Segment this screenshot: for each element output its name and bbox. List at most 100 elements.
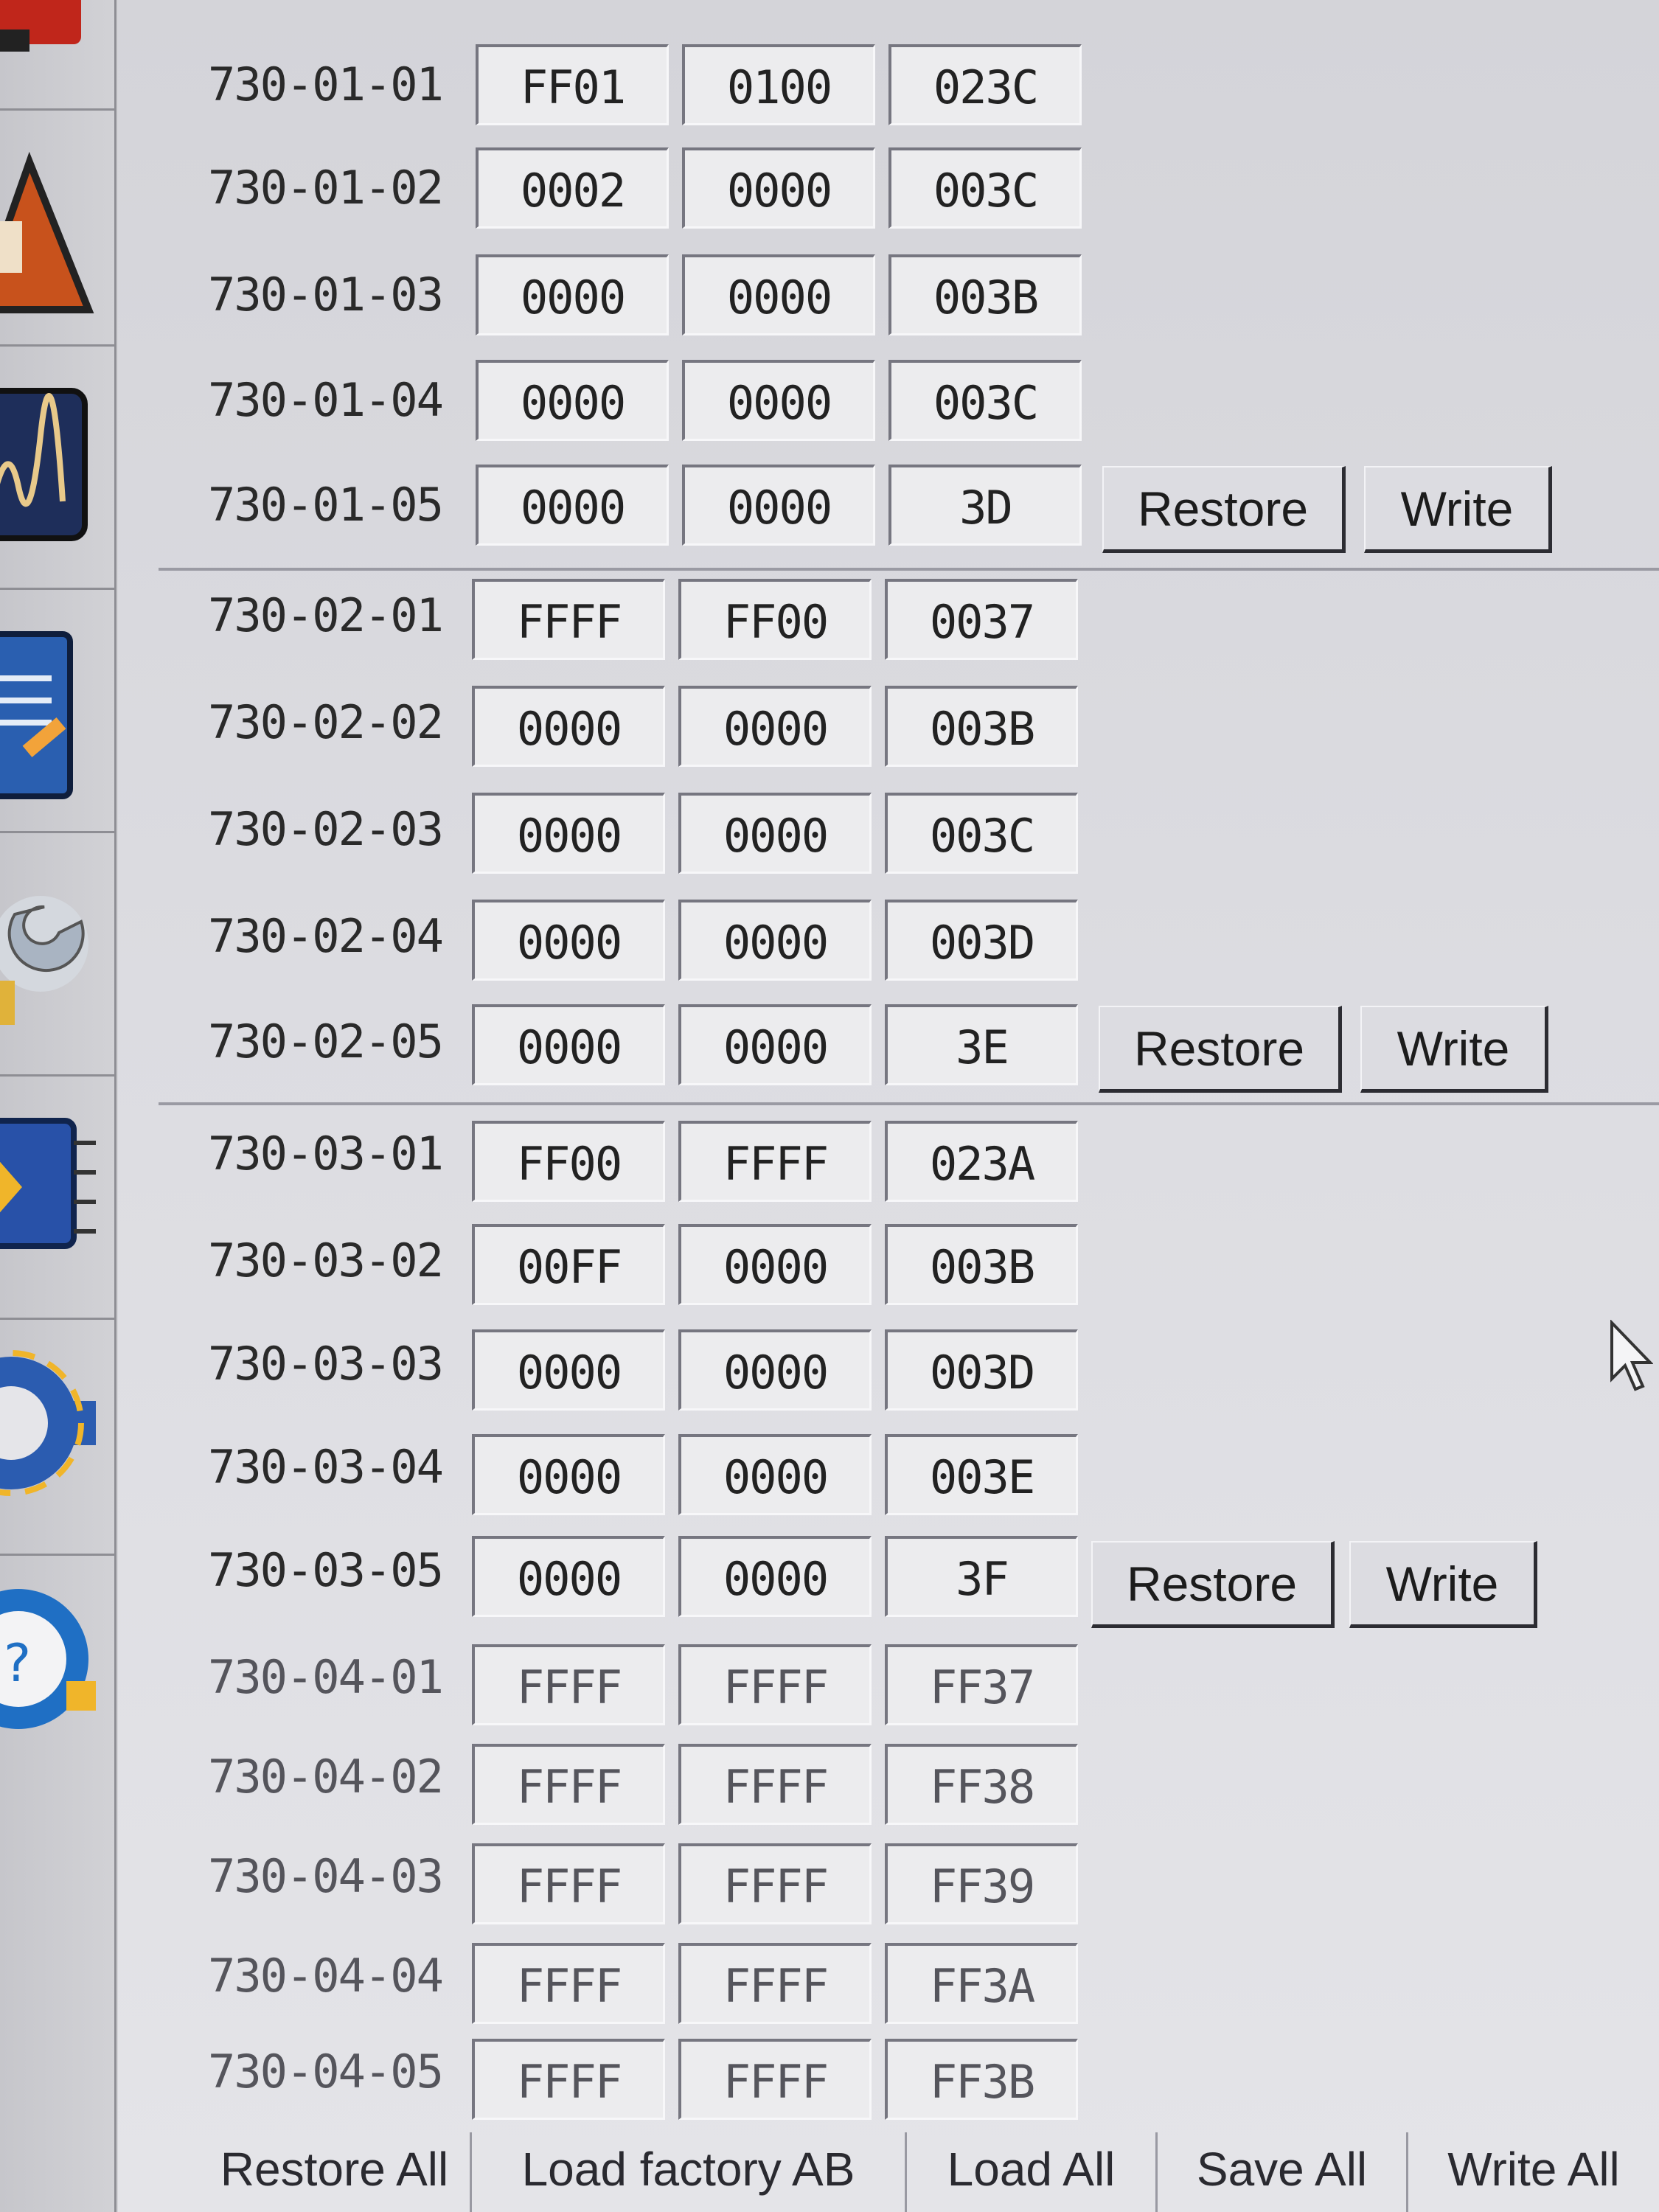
write-button[interactable]: Write bbox=[1349, 1541, 1537, 1628]
row-label: 730-04-05 bbox=[208, 2045, 444, 2098]
value-field[interactable]: 3F bbox=[885, 1536, 1078, 1617]
value-field[interactable]: 003E bbox=[885, 1434, 1078, 1515]
row-label: 730-03-03 bbox=[208, 1337, 444, 1391]
write-button[interactable]: Write bbox=[1364, 466, 1552, 553]
value-field[interactable]: 0000 bbox=[678, 793, 872, 874]
value-field[interactable]: 0000 bbox=[682, 360, 875, 441]
row-label: 730-04-03 bbox=[208, 1849, 444, 1903]
value-field[interactable]: FFFF bbox=[678, 1943, 872, 2024]
value-field[interactable]: 0000 bbox=[472, 1004, 665, 1085]
value-field[interactable]: 0000 bbox=[678, 900, 872, 981]
value-field[interactable]: FF3A bbox=[885, 1943, 1078, 2024]
value-field[interactable]: 003B bbox=[885, 1224, 1078, 1305]
value-field[interactable]: 0000 bbox=[678, 1224, 872, 1305]
wrench-icon bbox=[0, 896, 88, 1025]
value-field[interactable]: 0000 bbox=[678, 1434, 872, 1515]
value-field[interactable]: FF37 bbox=[885, 1644, 1078, 1725]
sidebar-item-gear[interactable] bbox=[0, 1320, 116, 1556]
value-field[interactable]: FFFF bbox=[472, 1644, 665, 1725]
write-button[interactable]: Write bbox=[1360, 1006, 1548, 1093]
load-all-button[interactable]: Load All bbox=[907, 2132, 1158, 2212]
value-field[interactable]: 0000 bbox=[678, 1329, 872, 1411]
write-all-button[interactable]: Write All bbox=[1408, 2132, 1659, 2212]
block-divider bbox=[159, 1102, 1659, 1105]
restore-all-button[interactable]: Restore All bbox=[199, 2132, 472, 2212]
block-divider bbox=[159, 568, 1659, 571]
restore-button[interactable]: Restore bbox=[1091, 1541, 1335, 1628]
chip-icon bbox=[0, 1118, 96, 1249]
row-label: 730-01-05 bbox=[208, 478, 444, 532]
value-field[interactable]: FF00 bbox=[678, 579, 872, 660]
row-label: 730-01-04 bbox=[208, 373, 444, 427]
value-field[interactable]: 0000 bbox=[682, 147, 875, 229]
row-label: 730-03-05 bbox=[208, 1543, 444, 1597]
value-field[interactable]: 0000 bbox=[472, 1329, 665, 1411]
value-field[interactable]: 003C bbox=[888, 147, 1082, 229]
sidebar-item-wrench[interactable] bbox=[0, 833, 116, 1077]
row-label: 730-02-01 bbox=[208, 588, 444, 642]
value-field[interactable]: 003C bbox=[885, 793, 1078, 874]
value-field[interactable]: FFFF bbox=[678, 1843, 872, 1924]
row-label: 730-02-04 bbox=[208, 909, 444, 963]
value-field[interactable]: 0000 bbox=[472, 900, 665, 981]
row-label: 730-01-03 bbox=[208, 268, 444, 321]
value-field[interactable]: FFFF bbox=[678, 2039, 872, 2120]
value-field[interactable]: FF00 bbox=[472, 1121, 665, 1202]
value-field[interactable]: FFFF bbox=[472, 2039, 665, 2120]
mouse-cursor-icon bbox=[1610, 1320, 1653, 1391]
value-field[interactable]: 00FF bbox=[472, 1224, 665, 1305]
value-field[interactable]: 003D bbox=[885, 900, 1078, 981]
value-field[interactable]: FF3B bbox=[885, 2039, 1078, 2120]
value-field[interactable]: 0100 bbox=[682, 44, 875, 125]
value-field[interactable]: 003C bbox=[888, 360, 1082, 441]
value-field[interactable]: FFFF bbox=[472, 1843, 665, 1924]
value-field[interactable]: 0000 bbox=[682, 465, 875, 546]
restore-button[interactable]: Restore bbox=[1102, 466, 1346, 553]
value-field[interactable]: FFFF bbox=[678, 1644, 872, 1725]
row-label: 730-02-05 bbox=[208, 1015, 444, 1068]
value-field[interactable]: 3E bbox=[885, 1004, 1078, 1085]
value-field[interactable]: FF39 bbox=[885, 1843, 1078, 1924]
save-all-button[interactable]: Save All bbox=[1158, 2132, 1408, 2212]
row-label: 730-04-01 bbox=[208, 1650, 444, 1704]
value-field[interactable]: 0000 bbox=[472, 1434, 665, 1515]
value-field[interactable]: 0000 bbox=[472, 686, 665, 767]
sidebar-item-warning[interactable] bbox=[0, 111, 116, 347]
value-field[interactable]: 023A bbox=[885, 1121, 1078, 1202]
value-field[interactable]: 003D bbox=[885, 1329, 1078, 1411]
sidebar-item-waveform[interactable] bbox=[0, 347, 116, 590]
value-field[interactable]: 0000 bbox=[472, 1536, 665, 1617]
help-icon: ? bbox=[0, 1589, 96, 1729]
value-field[interactable]: FFFF bbox=[678, 1744, 872, 1825]
value-field[interactable]: FFFF bbox=[678, 1121, 872, 1202]
sidebar-item-help[interactable]: ? bbox=[0, 1556, 116, 2212]
value-field[interactable]: 0002 bbox=[476, 147, 669, 229]
row-label: 730-04-02 bbox=[208, 1750, 444, 1804]
value-field[interactable]: FF01 bbox=[476, 44, 669, 125]
value-field[interactable]: 023C bbox=[888, 44, 1082, 125]
row-label: 730-03-04 bbox=[208, 1440, 444, 1494]
value-field[interactable]: 0000 bbox=[678, 1004, 872, 1085]
row-label: 730-01-02 bbox=[208, 161, 444, 215]
sidebar-item-notepad[interactable] bbox=[0, 590, 116, 833]
value-field[interactable]: 003B bbox=[888, 254, 1082, 335]
value-field[interactable]: 0000 bbox=[678, 1536, 872, 1617]
value-field[interactable]: 0000 bbox=[476, 465, 669, 546]
value-field[interactable]: 0037 bbox=[885, 579, 1078, 660]
value-field[interactable]: 0000 bbox=[682, 254, 875, 335]
value-field[interactable]: 003B bbox=[885, 686, 1078, 767]
value-field[interactable]: FFFF bbox=[472, 1943, 665, 2024]
sidebar-item-chip[interactable] bbox=[0, 1077, 116, 1320]
value-field[interactable]: FF38 bbox=[885, 1744, 1078, 1825]
restore-button[interactable]: Restore bbox=[1099, 1006, 1342, 1093]
value-field[interactable]: 0000 bbox=[472, 793, 665, 874]
load-factory-button[interactable]: Load factory AB bbox=[472, 2132, 907, 2212]
value-field[interactable]: FFFF bbox=[472, 579, 665, 660]
value-field[interactable]: 0000 bbox=[476, 254, 669, 335]
sidebar-item-top[interactable] bbox=[0, 0, 116, 111]
value-field[interactable]: 3D bbox=[888, 465, 1082, 546]
value-field[interactable]: FFFF bbox=[472, 1744, 665, 1825]
notepad-icon bbox=[0, 631, 73, 799]
value-field[interactable]: 0000 bbox=[476, 360, 669, 441]
value-field[interactable]: 0000 bbox=[678, 686, 872, 767]
